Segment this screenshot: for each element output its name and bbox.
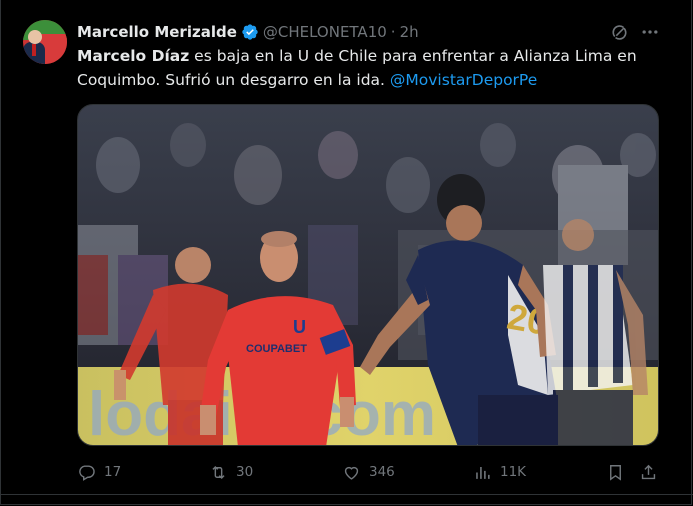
like-icon — [344, 466, 359, 480]
like-count: 346 — [369, 464, 395, 480]
tweet-text-bold: Marcelo Díaz — [77, 47, 190, 65]
views-count: 11K — [500, 464, 527, 480]
reply-icon — [79, 464, 95, 481]
author-name[interactable]: Marcello Merizalde — [77, 23, 237, 41]
bookmark-button[interactable] — [606, 458, 625, 486]
action-bar: 17 30 346 11K — [77, 458, 659, 486]
football-match-photo: lodaire.com COUPABET U — [78, 105, 658, 445]
tweet-header: Marcello Merizalde @CHELONETA10 · 2h — [77, 21, 419, 43]
retweet-icon — [212, 465, 225, 479]
divider — [0, 494, 693, 495]
views-icon — [476, 466, 490, 479]
mention-link[interactable]: @MovistarDeporPe — [390, 71, 537, 89]
share-icon — [641, 464, 656, 479]
svg-text:U: U — [293, 317, 306, 337]
views-button[interactable]: 11K — [473, 458, 526, 486]
separator: · — [390, 23, 396, 41]
retweet-button[interactable]: 30 — [209, 458, 253, 486]
retweet-count: 30 — [236, 464, 254, 480]
tweet-text: Marcelo Díaz es baja en la U de Chile pa… — [77, 44, 657, 92]
more-icon[interactable] — [640, 22, 660, 42]
bookmark-icon — [610, 464, 621, 481]
reply-button[interactable]: 17 — [77, 458, 121, 486]
reply-count: 17 — [104, 464, 122, 480]
author-handle[interactable]: @CHELONETA10 — [263, 23, 387, 41]
grok-icon[interactable] — [610, 23, 629, 42]
avatar[interactable] — [23, 20, 67, 64]
verified-badge-icon — [242, 24, 258, 40]
tweet-photo[interactable]: lodaire.com COUPABET U — [77, 104, 659, 446]
timestamp[interactable]: 2h — [400, 23, 419, 41]
jersey-sponsor: COUPABET — [246, 343, 307, 355]
like-button[interactable]: 346 — [342, 458, 395, 486]
share-button[interactable] — [639, 458, 658, 486]
